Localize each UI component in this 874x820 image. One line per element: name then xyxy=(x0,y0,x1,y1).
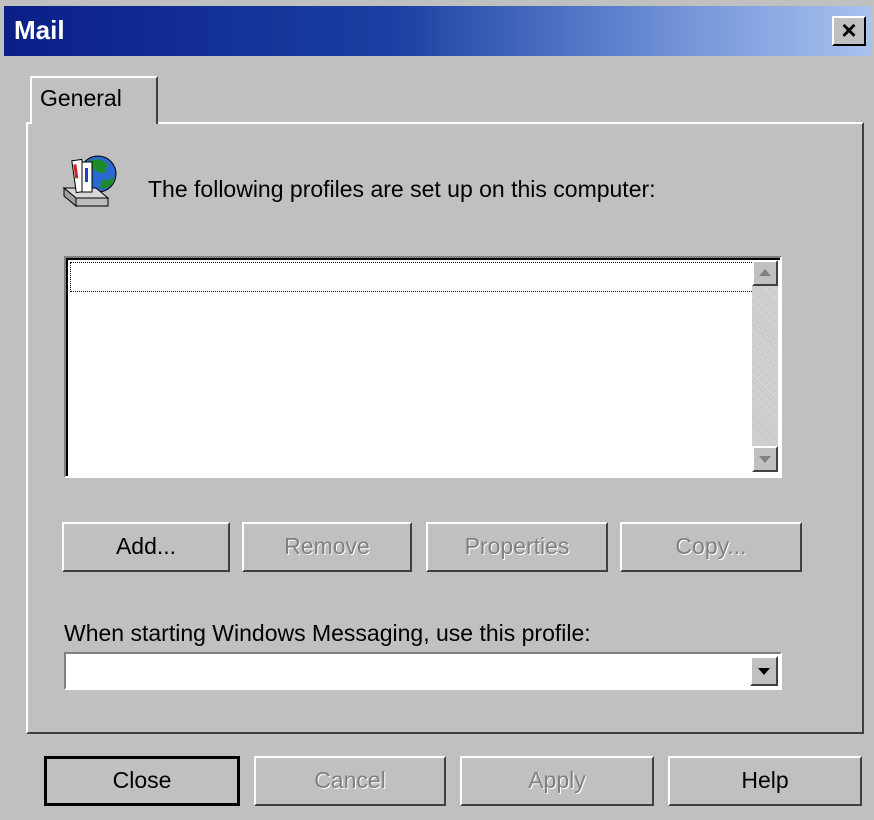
listbox-focus-row[interactable] xyxy=(70,262,762,292)
add-profile-button[interactable]: Add... xyxy=(62,522,230,572)
cancel-button[interactable]: Cancel xyxy=(254,756,446,806)
startup-profile-dropdown[interactable] xyxy=(64,652,782,690)
close-window-button[interactable]: × xyxy=(832,16,866,46)
properties-button[interactable]: Properties xyxy=(426,522,608,572)
arrow-down-icon xyxy=(759,456,771,463)
profiles-listbox[interactable] xyxy=(64,256,782,478)
apply-button[interactable]: Apply xyxy=(460,756,654,806)
close-button[interactable]: Close xyxy=(44,756,240,806)
startup-profile-label: When starting Windows Messaging, use thi… xyxy=(64,620,591,646)
help-button[interactable]: Help xyxy=(668,756,862,806)
chevron-down-icon xyxy=(758,668,770,675)
mail-profile-icon xyxy=(62,155,117,208)
profiles-intro-label: The following profiles are set up on thi… xyxy=(148,176,656,202)
tab-general[interactable]: General xyxy=(30,76,158,124)
listbox-scrollbar[interactable] xyxy=(752,260,778,472)
remove-profile-button[interactable]: Remove xyxy=(242,522,412,572)
dropdown-button[interactable] xyxy=(750,656,778,686)
tab-general-label: General xyxy=(40,85,122,111)
window-title: Mail xyxy=(14,15,65,45)
scroll-up-button[interactable] xyxy=(752,260,778,286)
close-icon: × xyxy=(841,15,857,45)
mail-dialog: Mail × General The following profiles ar… xyxy=(0,0,874,820)
arrow-up-icon xyxy=(759,269,771,276)
title-bar[interactable]: Mail × xyxy=(4,6,872,56)
scroll-down-button[interactable] xyxy=(752,446,778,472)
copy-profile-button[interactable]: Copy... xyxy=(620,522,802,572)
